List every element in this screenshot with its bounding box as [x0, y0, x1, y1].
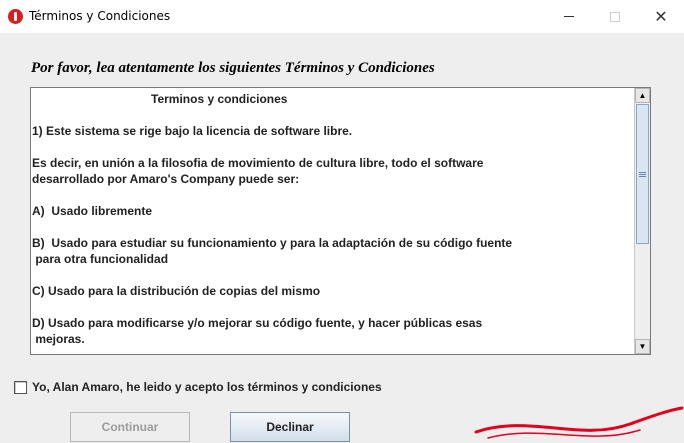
terms-line: [31, 219, 634, 235]
close-icon: ✕: [654, 7, 668, 26]
terms-line: [31, 267, 634, 283]
terms-line: A) Usado libremente: [32, 204, 153, 218]
minimize-icon: [564, 16, 574, 17]
terms-line: D) Usado para modificarse y/o mejorar su…: [32, 316, 483, 330]
coca-cola-logo: [474, 406, 684, 439]
accept-terms-label: Yo, Alan Amaro, he leido y acepto los té…: [32, 380, 382, 394]
terms-line: mejoras.: [32, 332, 85, 346]
close-button[interactable]: ✕: [638, 0, 684, 33]
terms-line: 1) Este sistema se rige bajo la licencia…: [32, 124, 353, 138]
grip-icon: [639, 171, 646, 177]
terms-text-area[interactable]: Terminos y condiciones 1) Este sistema s…: [30, 87, 651, 355]
terms-line: [31, 139, 634, 155]
window-title: Términos y Condiciones: [29, 9, 171, 23]
app-info-icon: [8, 9, 23, 24]
continue-button[interactable]: Continuar: [70, 412, 190, 442]
terms-blank-line: [31, 107, 634, 123]
accept-terms-row[interactable]: Yo, Alan Amaro, he leido y acepto los té…: [14, 380, 382, 394]
terms-line: B) Usado para estudiar su funcionamiento…: [32, 236, 513, 250]
terms-line: desarrollado por Amaro's Company puede s…: [32, 172, 300, 186]
terms-line: [31, 187, 634, 203]
terms-line: para otra funcionalidad: [32, 252, 169, 266]
terms-line: Es decir, en unión a la filosofia de mov…: [32, 156, 484, 170]
minimize-button[interactable]: [546, 0, 592, 33]
vertical-scrollbar[interactable]: ▲ ▼: [634, 88, 650, 354]
terms-content: Terminos y condiciones 1) Este sistema s…: [31, 88, 634, 354]
scroll-thumb[interactable]: [636, 104, 649, 244]
page-heading: Por favor, lea atentamente los siguiente…: [31, 60, 435, 76]
maximize-button[interactable]: [592, 0, 638, 33]
logo-swoosh-inner: [487, 429, 641, 439]
terms-line: C) Usado para la distribución de copias …: [32, 284, 321, 298]
arrow-up-icon: ▲: [638, 91, 647, 100]
terms-title: Terminos y condiciones: [151, 92, 288, 106]
scroll-up-button[interactable]: ▲: [635, 88, 650, 103]
decline-button[interactable]: Declinar: [230, 412, 350, 442]
logo-swoosh: [474, 406, 684, 434]
arrow-down-icon: ▼: [638, 342, 647, 351]
scroll-down-button[interactable]: ▼: [635, 339, 650, 354]
terms-line: [31, 299, 634, 315]
title-bar: Términos y Condiciones ✕: [0, 0, 684, 33]
accept-terms-checkbox[interactable]: [14, 380, 27, 394]
maximize-icon: [610, 11, 620, 22]
